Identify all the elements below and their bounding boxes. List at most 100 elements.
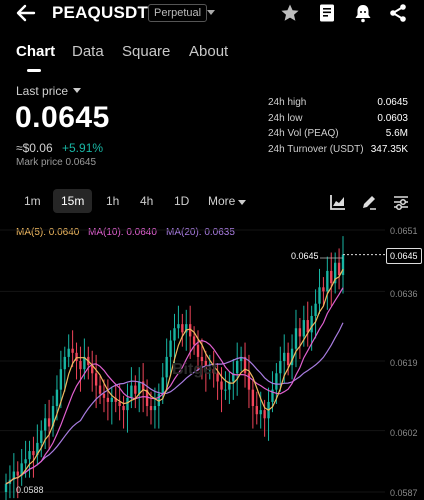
candle <box>192 336 196 345</box>
stats-panel: 24h high 0.0645 24h low 0.0603 24h Vol (… <box>268 97 408 159</box>
candle <box>275 373 278 390</box>
star-icon[interactable] <box>280 3 300 23</box>
interval-bar: 1m 15m 1h 4h 1D More <box>0 188 424 214</box>
stat-label: 24h Turnover (USDT) <box>268 143 364 155</box>
candle <box>63 356 66 370</box>
candle <box>122 406 125 411</box>
candle <box>310 315 313 333</box>
candle <box>173 328 176 341</box>
candle <box>302 320 305 337</box>
price-change-percent: +5.91% <box>62 141 104 155</box>
stat-24h-volume: 24h Vol (PEAQ) 5.6M <box>268 128 408 144</box>
y-tick: 0.0651 <box>390 226 418 236</box>
candle <box>40 430 43 443</box>
stat-value: 0.0603 <box>377 112 408 124</box>
y-tick: 0.0619 <box>390 358 418 368</box>
candle <box>44 418 47 431</box>
candle <box>318 287 321 304</box>
y-tick: 0.0587 <box>390 488 418 498</box>
candle <box>71 348 74 353</box>
back-arrow-icon[interactable] <box>14 2 38 24</box>
candle <box>138 381 141 394</box>
interval-1d[interactable]: 1D <box>174 194 189 208</box>
candle <box>279 361 282 374</box>
candle <box>220 381 223 390</box>
alarm-bell-icon[interactable] <box>353 3 373 23</box>
candle <box>110 397 113 402</box>
settings-sliders-icon[interactable] <box>392 193 410 211</box>
mark-price: Mark price 0.0645 <box>16 157 97 168</box>
current-price-tag: 0.0645 <box>386 248 422 264</box>
candle <box>247 373 251 390</box>
candle <box>130 385 133 398</box>
fiat-price: ≈$0.06 <box>16 141 53 155</box>
candle <box>286 352 290 366</box>
interval-15m[interactable]: 15m <box>53 189 93 213</box>
candle <box>98 385 102 394</box>
interval-1m[interactable]: 1m <box>24 194 41 208</box>
share-icon[interactable] <box>388 3 408 23</box>
candle <box>251 389 255 407</box>
tab-chart[interactable]: Chart <box>16 43 55 60</box>
caret-down-icon[interactable] <box>73 88 81 94</box>
candle <box>106 397 110 402</box>
candle <box>47 418 51 427</box>
stat-value: 5.6M <box>385 128 408 139</box>
candle <box>16 471 19 476</box>
candle <box>67 348 70 357</box>
stat-24h-low: 24h low 0.0603 <box>268 113 408 129</box>
stat-24h-high: 24h high 0.0645 <box>268 97 408 113</box>
candle <box>306 320 309 333</box>
stat-24h-turnover: 24h Turnover (USDT) 347.35K <box>268 144 408 160</box>
stat-value: 0.0645 <box>377 97 408 108</box>
chevron-down-icon[interactable] <box>206 7 216 17</box>
contract-type-badge: Perpetual <box>148 4 208 22</box>
candle <box>59 369 63 390</box>
interval-4h[interactable]: 4h <box>140 194 153 208</box>
low-price-marker: 0.0588 <box>16 485 44 495</box>
candle <box>149 406 153 411</box>
notebook-icon[interactable] <box>317 3 337 23</box>
candle <box>55 389 59 407</box>
candle <box>102 393 106 398</box>
candle <box>326 270 329 292</box>
tab-data[interactable]: Data <box>72 43 104 60</box>
candle <box>161 377 164 394</box>
candle <box>79 361 82 370</box>
indicator-icon[interactable] <box>329 193 347 211</box>
candle <box>283 352 286 361</box>
interval-1h[interactable]: 1h <box>106 194 119 208</box>
last-price-value: 0.0645 <box>15 101 110 134</box>
candle <box>4 483 8 492</box>
candle <box>330 270 333 284</box>
candle <box>196 344 200 357</box>
y-tick: 0.0602 <box>390 428 418 438</box>
stat-label: 24h Vol (PEAQ) <box>268 128 339 139</box>
top-bar: PEAQUSDT Perpetual <box>0 0 424 28</box>
candle <box>126 397 129 411</box>
main-tabs: Chart Data Square About <box>0 40 424 72</box>
last-price-label[interactable]: Last price <box>16 84 68 98</box>
high-price-marker: 0.0645 <box>291 251 319 261</box>
candle <box>118 401 121 407</box>
stat-label: 24h high <box>268 97 307 108</box>
candle <box>165 356 168 378</box>
active-tab-indicator <box>27 69 41 72</box>
candle <box>177 324 180 329</box>
candle <box>337 262 341 276</box>
candle <box>259 410 262 415</box>
tab-about[interactable]: About <box>189 43 228 60</box>
candle <box>263 410 266 419</box>
draw-pen-icon[interactable] <box>360 193 378 211</box>
candle <box>134 385 137 394</box>
candle <box>236 361 239 374</box>
candle <box>169 340 172 357</box>
watermark-logo: Bitget <box>172 361 218 378</box>
candle <box>314 303 317 316</box>
tab-square[interactable]: Square <box>122 43 170 60</box>
symbol-title[interactable]: PEAQUSDT <box>52 3 148 23</box>
candle <box>24 459 27 464</box>
stat-value: 347.35K <box>370 143 408 155</box>
interval-more[interactable]: More <box>208 194 235 208</box>
chevron-down-icon[interactable] <box>238 200 246 206</box>
